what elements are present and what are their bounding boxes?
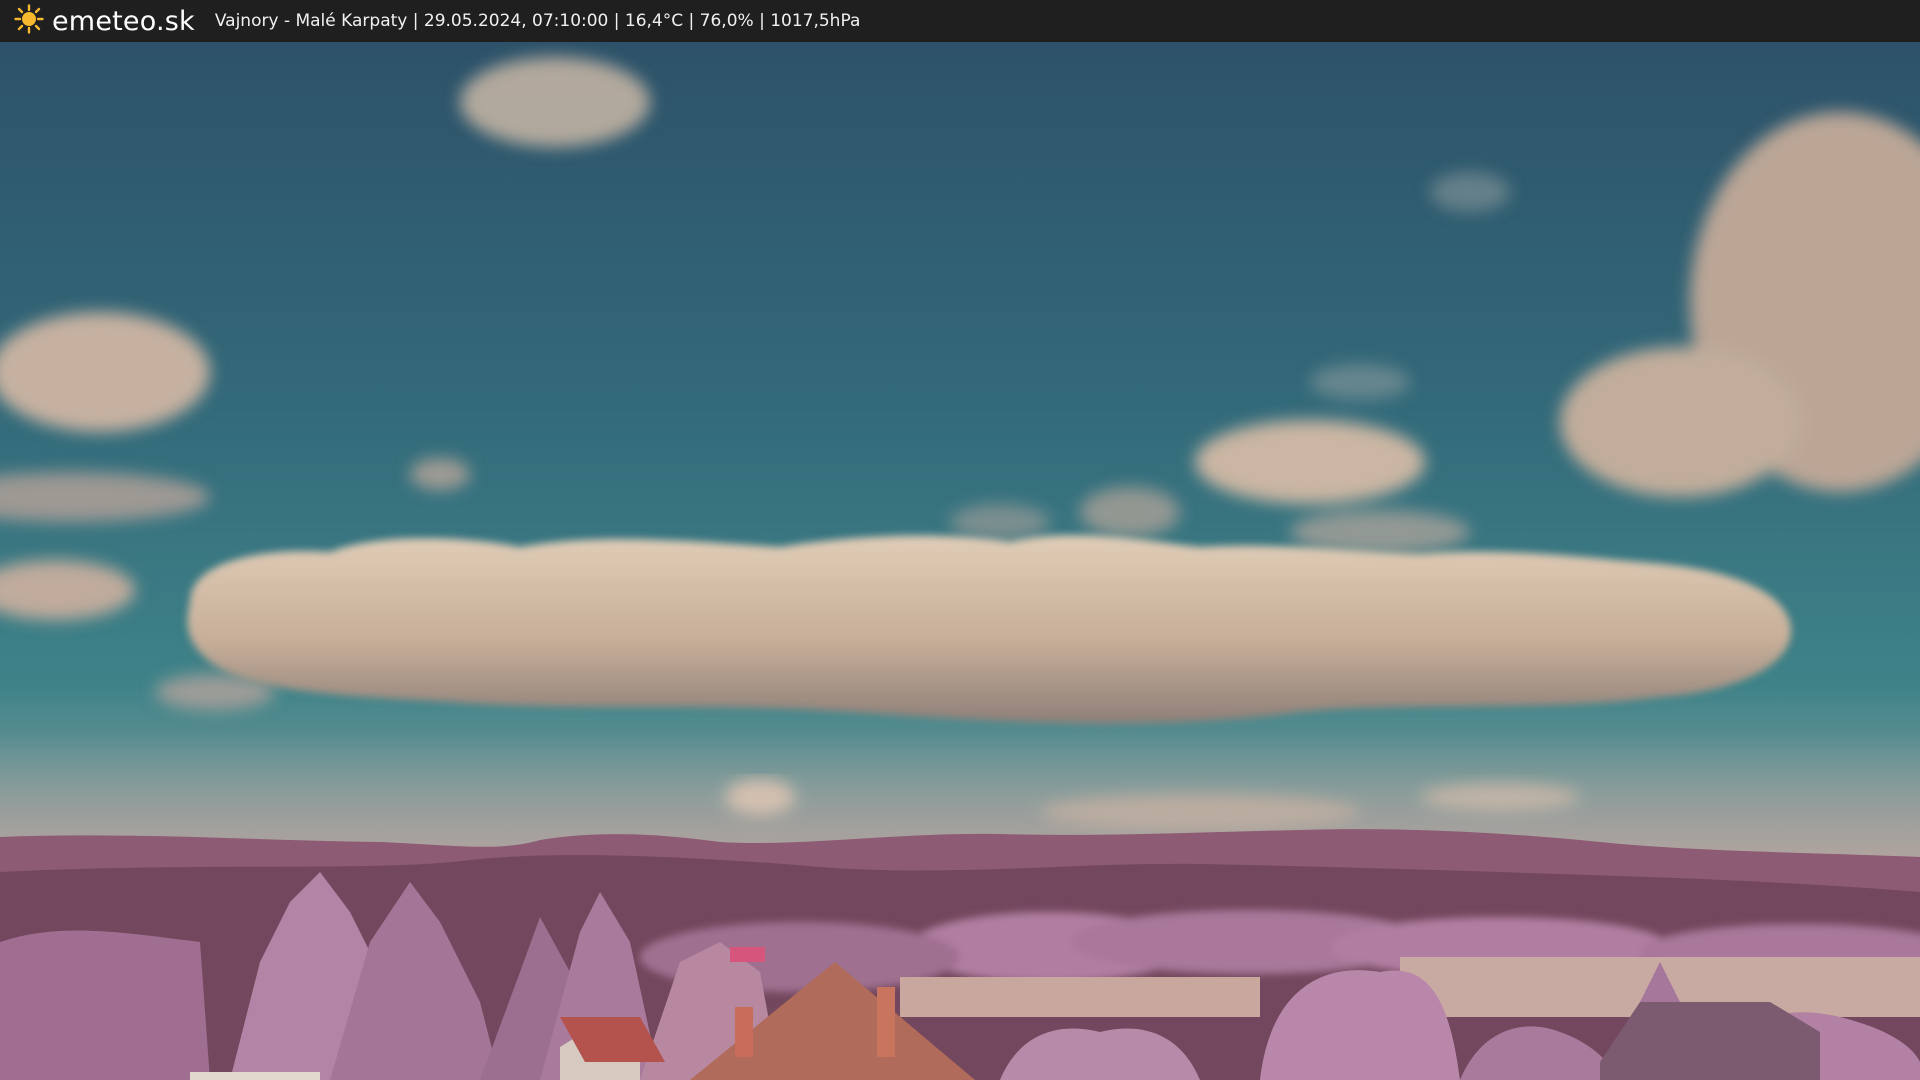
- main-cloud: [187, 535, 1792, 724]
- sun-icon: [14, 4, 44, 38]
- webcam-image: [0, 42, 1920, 1080]
- logo-text: emeteo.sk: [52, 5, 195, 37]
- webcam-scene: [0, 42, 1920, 1080]
- weather-caption: Vajnory - Malé Karpaty | 29.05.2024, 07:…: [214, 11, 861, 31]
- top-bar: emeteo.sk Vajnory - Malé Karpaty | 29.05…: [0, 0, 1920, 42]
- logo[interactable]: emeteo.sk: [14, 4, 195, 38]
- field: [900, 977, 1260, 1017]
